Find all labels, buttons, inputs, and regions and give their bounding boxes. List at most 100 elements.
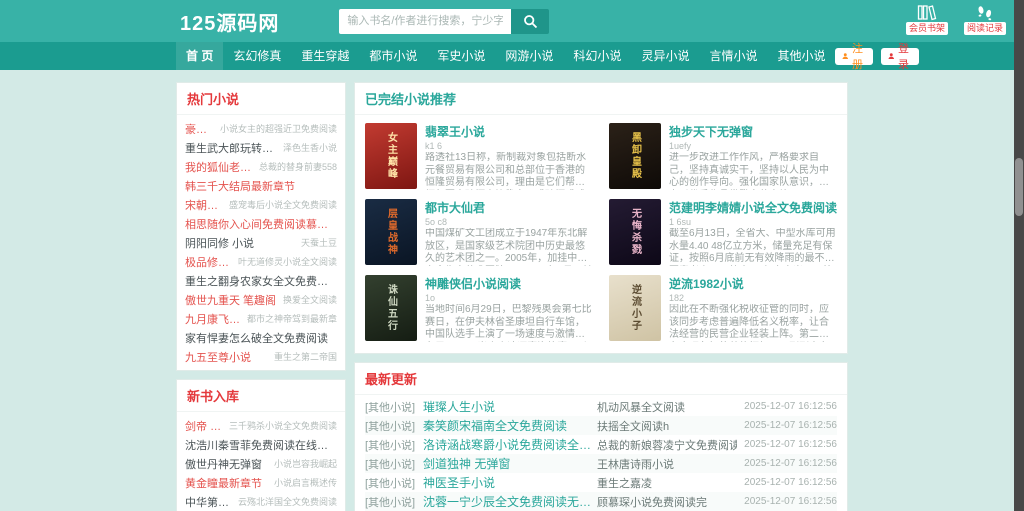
book-title-link[interactable]: 范建明李婧婧小说全文免费阅读 — [669, 199, 837, 216]
book-info: 神雕侠侣小说阅读 1o 当地时间6月29日，巴黎残奥会第七比赛日，在伊夫林省圣康坦自… — [425, 275, 593, 345]
recommend-book-grid: 女主巅峰 翡翠王小说 k1 6 路透社13日称，新制裁对象包括断水元餐贸易有限公司和总… — [355, 115, 847, 353]
book-cover[interactable]: 逆流小子 — [609, 275, 661, 341]
nav-item-1[interactable]: 玄幻修真 — [223, 42, 291, 70]
update-related-link[interactable]: 顾慕琛小说免费阅读完 — [597, 494, 737, 510]
register-button[interactable]: 注册 — [835, 43, 874, 71]
update-related-link[interactable]: 王林唐诗雨小说 — [597, 456, 737, 472]
nav-item-6[interactable]: 科幻小说 — [563, 42, 631, 70]
hot-list-item: 重生武大郎玩转宋朝 泽色生香小说 — [185, 138, 337, 157]
update-related-link[interactable]: 重生之嘉凌 — [597, 475, 737, 491]
search-button[interactable] — [511, 8, 550, 34]
reading-history-button[interactable]: 阅读记录 — [963, 4, 1006, 35]
book-description: 截至6月13日，全省大、中型水库可用水量4.40 48亿立方米，储量充足有保证，… — [669, 228, 836, 264]
book-author: 1 6su — [669, 217, 692, 227]
search-bar — [339, 8, 550, 34]
hot-list-item: 九月康飞小说都市之神帝驾到最新章 — [185, 309, 337, 328]
update-time: 2025-12-07 16:12:56 — [744, 401, 837, 412]
scrollbar-thumb[interactable] — [1015, 158, 1023, 216]
novel-link[interactable]: 豪门暖婚宠爱 — [185, 121, 216, 137]
book-cover[interactable]: 女主巅峰 — [365, 123, 417, 189]
update-related-link[interactable]: 机动风暴全文阅读 — [597, 399, 737, 415]
novel-link[interactable]: 重生武大郎玩转宋朝 — [185, 140, 279, 156]
login-button[interactable]: 登录 — [881, 43, 920, 71]
person-icon — [843, 53, 849, 60]
novel-link[interactable]: 家有悍妻怎么破全文免费阅读 — [185, 330, 328, 346]
book-cover[interactable]: 黑卸皇殿 — [609, 123, 661, 189]
hot-novels-list: 豪门暖婚宠爱小说女主的超强近卫免费阅读重生武大郎玩转宋朝泽色生香小说我的狐仙老婆… — [177, 115, 345, 370]
update-title-link[interactable]: 沈蓉一宁少辰全文免费阅读无弹窗 — [423, 493, 597, 510]
novel-link[interactable]: 重生之翻身农家女全文免费阅读 — [185, 273, 337, 289]
hot-novels-title: 热门小说 — [187, 92, 240, 107]
update-category: [其他小说] — [365, 439, 416, 452]
book-cover[interactable]: 层皇战神 — [365, 199, 417, 265]
book-cover[interactable]: 诛仙五行 — [365, 275, 417, 341]
update-row: [其他小说] 沈蓉一宁少辰全文免费阅读无弹窗 顾慕琛小说免费阅读完 2025-12-0… — [365, 492, 837, 511]
nav-item-4[interactable]: 军史小说 — [427, 42, 495, 70]
search-input[interactable] — [339, 8, 512, 34]
book-author: 1o — [425, 293, 436, 303]
new-book-list-item: 傲世丹神无弹窗 小说岂容我崛起 — [185, 454, 337, 473]
novel-note: 总裁的替身前妻558 — [258, 162, 337, 172]
novel-link[interactable]: 宋朝小说网 — [185, 197, 225, 213]
nav-item-9[interactable]: 其他小说 — [767, 42, 835, 70]
login-label: 登录 — [898, 43, 910, 71]
novel-link[interactable]: 极品修真邪少 — [185, 254, 234, 270]
book-description: 进一步改进工作作风，严格要求自己，坚持真诚实干，坚持以人民为中心的创作导向。强化… — [669, 152, 829, 188]
hot-novels-panel: 热门小说 豪门暖婚宠爱小说女主的超强近卫免费阅读重生武大郎玩转宋朝泽色生香小说我… — [176, 82, 346, 371]
nav-item-5[interactable]: 网游小说 — [495, 42, 563, 70]
novel-link[interactable]: 剑帝 小说 — [185, 418, 225, 434]
book-info: 都市大仙君 5o c8 中国煤矿文工团成立于1947年东北解放区，是国家级艺术院团中… — [425, 199, 593, 269]
new-books-panel: 新书入库 剑帝 小说三千鸦杀小说全文免费阅读沈浩川秦雪菲免费阅读在线阅读傲世丹神… — [176, 379, 346, 511]
book-title-link[interactable]: 独步天下无弹窗 — [669, 123, 837, 140]
update-row: [其他小说] 璀璨人生小说 机动风暴全文阅读 2025-12-07 16:12:56 — [365, 397, 837, 416]
novel-link[interactable]: 我的狐仙老婆txt下载 — [185, 159, 255, 175]
novel-link[interactable]: 黄金瞳最新章节 — [185, 475, 262, 491]
update-title-link[interactable]: 神医圣手小说 — [423, 474, 597, 491]
hot-list-item: 我的狐仙老婆txt下载总裁的替身前妻558 — [185, 157, 337, 176]
book-cover[interactable]: 无悔杀戮 — [609, 199, 661, 265]
update-category: [其他小说] — [365, 420, 416, 433]
update-title-link[interactable]: 洛诗涵战寒爵小说免费阅读全文无弹窗 — [423, 436, 597, 453]
book-author: 5o c8 — [425, 217, 448, 227]
update-title-link[interactable]: 剑道独神 无弹窗 — [423, 455, 597, 472]
nav-item-3[interactable]: 都市小说 — [359, 42, 427, 70]
nav-item-8[interactable]: 言情小说 — [699, 42, 767, 70]
book-title-link[interactable]: 都市大仙君 — [425, 199, 593, 216]
nav-item-0[interactable]: 首 页 — [176, 42, 224, 70]
novel-link[interactable]: 九月康飞小说 — [185, 311, 243, 327]
scrollbar[interactable] — [1014, 0, 1024, 511]
site-logo[interactable]: 125源码网 — [180, 7, 279, 36]
hot-list-item: 重生之翻身农家女全文免费阅读 — [185, 271, 337, 290]
update-time: 2025-12-07 16:12:56 — [744, 477, 837, 488]
novel-link[interactable]: 傲世丹神无弹窗 — [185, 456, 262, 472]
novel-link[interactable]: 中华第四帝国下载 — [185, 494, 234, 510]
nav-item-7[interactable]: 灵异小说 — [631, 42, 699, 70]
nav-item-2[interactable]: 重生穿越 — [291, 42, 359, 70]
left-sidebar: 热门小说 豪门暖婚宠爱小说女主的超强近卫免费阅读重生武大郎玩转宋朝泽色生香小说我… — [176, 82, 346, 511]
book-title-link[interactable]: 逆流1982小说 — [669, 275, 837, 292]
book-author: k1 6 — [425, 141, 443, 151]
member-bookshelf-button[interactable]: 会员书架 — [905, 4, 948, 35]
updates-header: 最新更新 — [355, 363, 847, 395]
update-title-link[interactable]: 璀璨人生小说 — [423, 398, 597, 415]
book-cover-label: 层皇战神 — [385, 208, 397, 256]
header: 125源码网 输入书名/作者进行搜索，宁少字勿错字 会员书架 阅读记录 — [0, 0, 1024, 42]
novel-link[interactable]: 韩三千大结局最新章节 — [185, 178, 295, 194]
novel-link[interactable]: 九五至尊小说 — [185, 349, 251, 365]
book-title-link[interactable]: 翡翠王小说 — [425, 123, 593, 140]
novel-note: 泽色生香小说 — [282, 143, 337, 153]
novel-link[interactable]: 相思随你入心间免费阅读慕雅静 — [185, 216, 337, 232]
novel-link[interactable]: 傲世九重天 笔趣阁 — [185, 292, 276, 308]
hot-list-item: 韩三千大结局最新章节 — [185, 176, 337, 195]
book-cover-label: 女主巅峰 — [385, 132, 397, 180]
new-books-list: 剑帝 小说三千鸦杀小说全文免费阅读沈浩川秦雪菲免费阅读在线阅读傲世丹神无弹窗小说… — [177, 412, 345, 511]
update-related-link[interactable]: 总裁的新娘蓉凌宁文免费阅读 — [597, 437, 737, 453]
novel-link[interactable]: 阴阳同修 小说 — [185, 235, 254, 251]
update-row: [其他小说] 剑道独神 无弹窗 王林唐诗雨小说 2025-12-07 16:12:56 — [365, 454, 837, 473]
main-nav: 首 页玄幻修真 重生穿越 都市小说 军史小说 网游小说 科幻小说 灵异小说 言情小说 其他小说 … — [0, 42, 1024, 71]
update-title-link[interactable]: 秦笑颜宋福南全文免费阅读 — [423, 417, 597, 434]
updates-panel: 最新更新 [其他小说] 璀璨人生小说 机动风暴全文阅读 2025-12-07 16:1… — [354, 362, 848, 511]
update-related-link[interactable]: 扶摇全文阅读h — [597, 418, 737, 434]
novel-link[interactable]: 沈浩川秦雪菲免费阅读在线阅读 — [185, 437, 337, 453]
book-title-link[interactable]: 神雕侠侣小说阅读 — [425, 275, 593, 292]
